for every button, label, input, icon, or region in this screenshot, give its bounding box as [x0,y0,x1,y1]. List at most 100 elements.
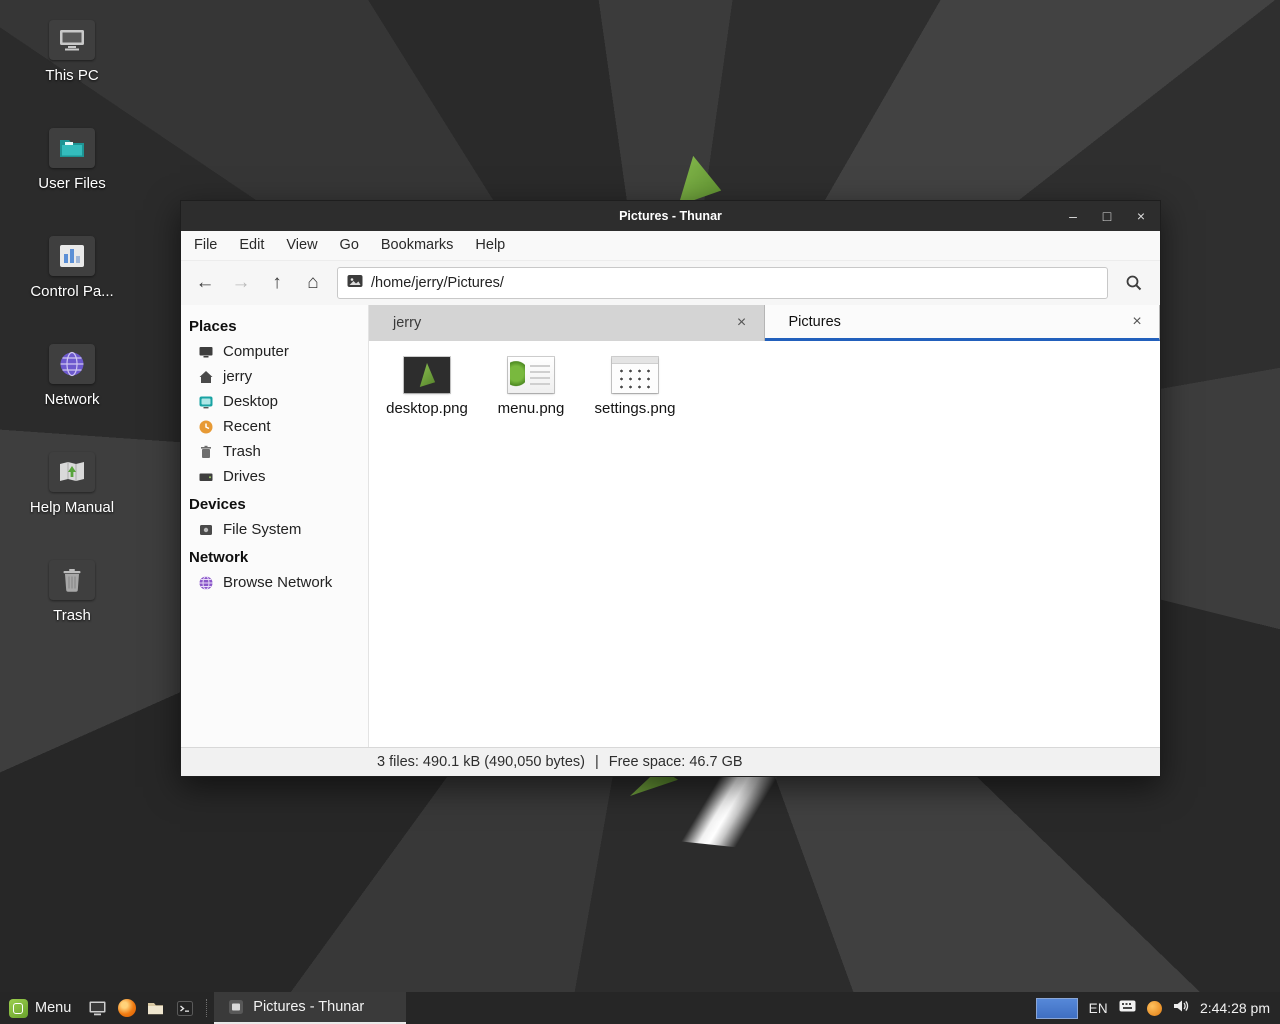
desktop-icon-label: Control Pa... [30,283,113,300]
sidebar-item-browse-network[interactable]: Browse Network [181,570,368,595]
path-field[interactable]: /home/jerry/Pictures/ [337,267,1108,299]
sidebar-item-trash[interactable]: Trash [181,439,368,464]
menu-view[interactable]: View [275,231,328,260]
sidebar-item-recent[interactable]: Recent [181,414,368,439]
start-menu-label: Menu [35,1000,71,1016]
menu-go[interactable]: Go [329,231,370,260]
titlebar[interactable]: Pictures - Thunar – □ × [181,201,1160,231]
desktop-icon-control-panel[interactable]: Control Pa... [26,236,118,300]
file-manager-icon [147,1001,164,1015]
close-button[interactable]: × [1132,209,1150,223]
tab-pictures[interactable]: Pictures × [765,305,1161,341]
tab-label: jerry [393,315,732,331]
firefox-launcher[interactable] [112,992,141,1024]
start-menu-button[interactable]: Menu [0,992,83,1024]
menu-edit[interactable]: Edit [228,231,275,260]
file-name: menu.png [498,400,565,417]
sidebar-item-label: Computer [223,343,289,360]
control-panel-icon [49,236,95,276]
update-manager-icon[interactable] [1147,1001,1162,1016]
status-files-info: 3 files: 490.1 kB (490,050 bytes) [377,754,585,770]
up-icon[interactable]: ↑ [261,267,293,299]
menubar: File Edit View Go Bookmarks Help [181,231,1160,261]
window-title: Pictures - Thunar [619,209,722,223]
desktop-icon-user-files[interactable]: User Files [26,128,118,192]
back-icon[interactable]: ← [189,267,221,299]
computer-icon [198,344,214,360]
menu-bookmarks[interactable]: Bookmarks [370,231,465,260]
desktop-icon-this-pc[interactable]: This PC [26,20,118,84]
main-pane: jerry × Pictures × desktop.png menu.png [369,305,1160,747]
keyboard-icon[interactable] [1119,999,1136,1017]
desktop-icon-help-manual[interactable]: Help Manual [26,452,118,516]
file-list[interactable]: desktop.png menu.png settings.png [369,341,1160,747]
menu-help[interactable]: Help [464,231,516,260]
home-icon [198,369,214,385]
sidebar-item-drives[interactable]: Drives [181,464,368,489]
sidebar-item-jerry[interactable]: jerry [181,364,368,389]
sidebar-item-label: Browse Network [223,574,332,591]
sidebar-item-label: File System [223,521,301,538]
file-manager-launcher[interactable] [141,992,170,1024]
tab-bar: jerry × Pictures × [369,305,1160,341]
mint-logo-icon [9,999,28,1018]
help-manual-icon [49,452,95,492]
keyboard-layout-indicator[interactable]: EN [1089,1001,1108,1016]
file-item-menu-png[interactable]: menu.png [479,353,583,417]
thunar-window: Pictures - Thunar – □ × File Edit View G… [180,200,1161,777]
terminal-launcher[interactable] [170,992,199,1024]
desktop-icon-label: User Files [38,175,106,192]
sidebar-section-places: Places [181,311,368,339]
thunar-icon [228,999,244,1015]
file-name: desktop.png [386,400,468,417]
file-item-settings-png[interactable]: settings.png [583,353,687,417]
status-separator: | [595,754,599,770]
window-body: Places Computer jerry Desktop Recent Tra… [181,305,1160,747]
sidebar-item-desktop[interactable]: Desktop [181,389,368,414]
path-text: /home/jerry/Pictures/ [371,275,504,291]
sidebar-item-label: Desktop [223,393,278,410]
folder-icon [49,128,95,168]
trash-icon [198,444,214,460]
sidebar-item-label: jerry [223,368,252,385]
file-name: settings.png [595,400,676,417]
tab-close-icon[interactable]: × [1127,313,1147,331]
desktop-icon-trash[interactable]: Trash [26,560,118,624]
home-icon[interactable]: ⌂ [297,267,329,299]
sidebar-item-label: Trash [223,443,261,460]
maximize-button[interactable]: □ [1098,209,1116,223]
minimize-button[interactable]: – [1064,209,1082,223]
desktop-icon-network[interactable]: Network [26,344,118,408]
tab-label: Pictures [789,314,1128,330]
terminal-icon [177,1001,193,1016]
network-globe-icon [49,344,95,384]
sidebar-section-network: Network [181,542,368,570]
status-free-space: Free space: 46.7 GB [609,754,743,770]
search-button[interactable] [1116,267,1152,299]
sidebar-section-devices: Devices [181,489,368,517]
show-desktop-button[interactable] [83,992,112,1024]
firefox-icon [118,999,136,1017]
picture-file-icon [347,274,363,293]
filesystem-drive-icon [198,522,214,538]
toolbar: ← → ↑ ⌂ /home/jerry/Pictures/ [181,261,1160,305]
forward-icon[interactable]: → [225,267,257,299]
file-thumbnail [508,357,554,393]
workspace-switcher[interactable] [1036,998,1078,1019]
sidebar-item-computer[interactable]: Computer [181,339,368,364]
taskbar-window-button[interactable]: Pictures - Thunar [214,992,406,1024]
desktop-icon-label: Trash [53,607,91,624]
network-globe-icon [198,575,214,591]
clock[interactable]: 2:44:28 pm [1200,1000,1270,1016]
show-desktop-icon [89,1001,106,1016]
sidebar-item-label: Drives [223,468,266,485]
menu-file[interactable]: File [183,231,228,260]
taskbar-separator [206,999,207,1017]
trash-icon [49,560,95,600]
file-item-desktop-png[interactable]: desktop.png [375,353,479,417]
volume-icon[interactable] [1173,999,1189,1018]
tab-jerry[interactable]: jerry × [369,305,765,341]
tab-close-icon[interactable]: × [732,314,752,332]
sidebar-item-file-system[interactable]: File System [181,517,368,542]
taskbar-window-label: Pictures - Thunar [253,999,364,1015]
